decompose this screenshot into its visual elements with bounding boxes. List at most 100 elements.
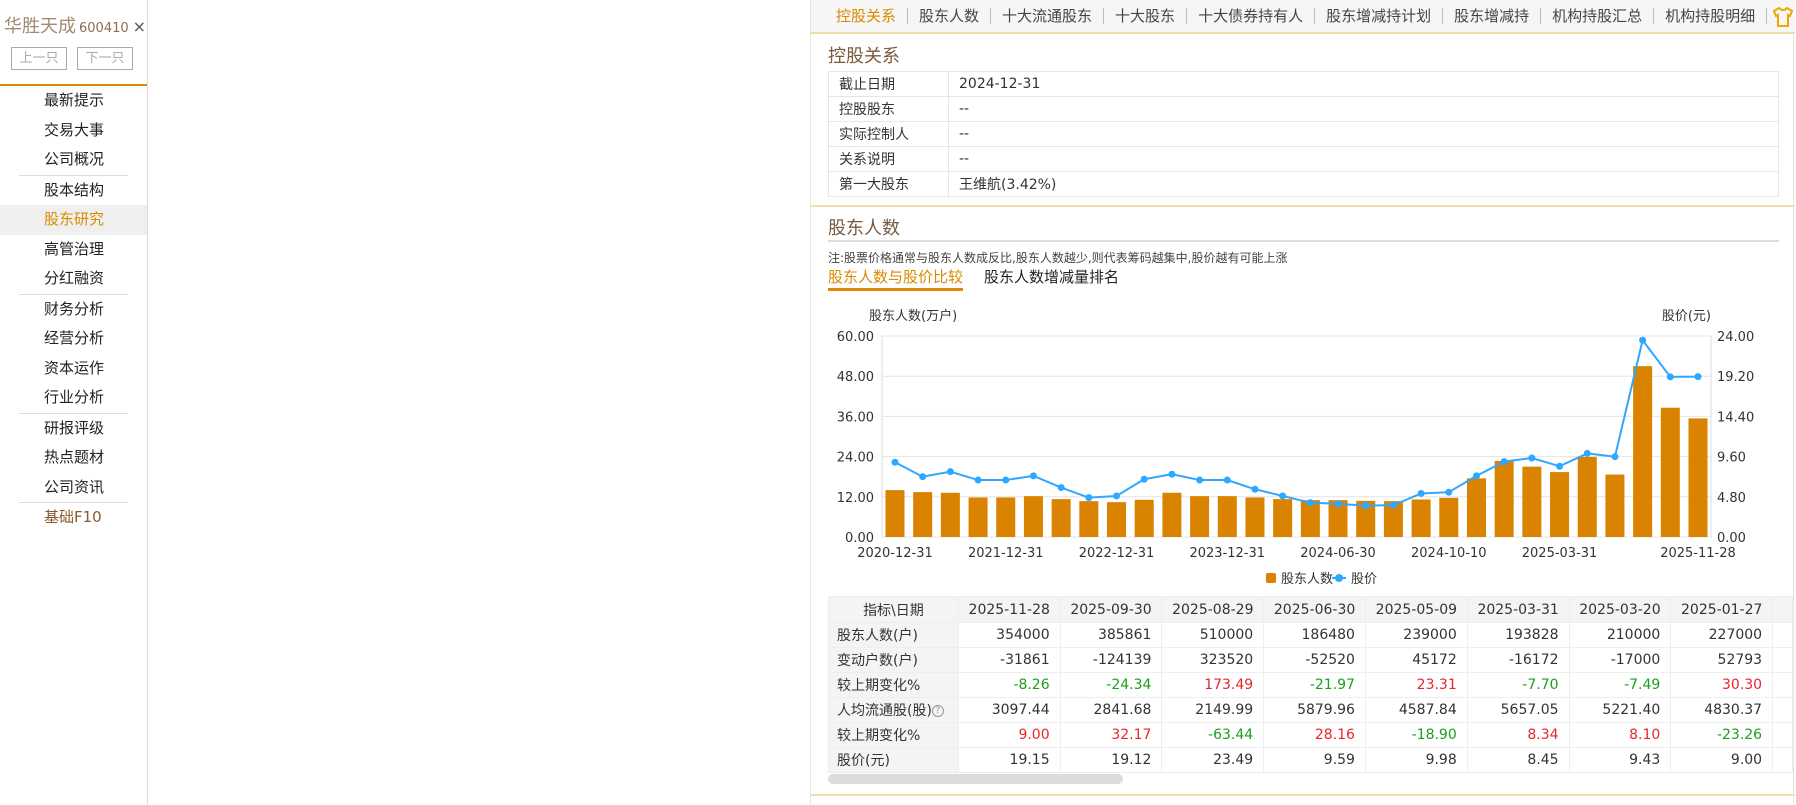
price-point[interactable] xyxy=(1113,492,1121,500)
table-cell: 28.16 xyxy=(1263,722,1366,748)
bar-holders[interactable] xyxy=(1079,501,1099,537)
price-point[interactable] xyxy=(1140,475,1148,483)
legend-price[interactable]: 股价 xyxy=(1351,572,1377,587)
sidebar-item[interactable]: 财务分析 xyxy=(0,295,147,325)
bar-holders[interactable] xyxy=(1439,497,1459,537)
bar-holders[interactable] xyxy=(1522,466,1542,537)
price-point[interactable] xyxy=(1306,499,1314,507)
sidebar-item[interactable]: 资本运作 xyxy=(0,354,147,384)
skin-icon[interactable] xyxy=(1772,6,1794,32)
sidebar-item[interactable]: 交易大事 xyxy=(0,116,147,146)
price-point[interactable] xyxy=(1389,501,1397,509)
bar-holders[interactable] xyxy=(913,492,933,537)
tab-item[interactable]: 控股关系 xyxy=(825,8,909,24)
subtab-compare[interactable]: 股东人数与股价比较 xyxy=(828,266,964,291)
tab-item[interactable]: 十大股东 xyxy=(1104,8,1188,24)
tab-item[interactable]: 机构持股汇总 xyxy=(1541,8,1655,24)
bar-holders[interactable] xyxy=(1217,496,1237,537)
price-point[interactable] xyxy=(1417,489,1425,497)
tab-item[interactable]: 股东人数 xyxy=(908,8,992,24)
price-point[interactable] xyxy=(1279,492,1287,500)
price-point[interactable] xyxy=(1694,373,1702,381)
price-point[interactable] xyxy=(1085,494,1093,502)
table-row: 较上期变化% 9.00 32.17 -63.44 28.16 -18.90 8.34 8.10… xyxy=(828,722,1793,748)
holders-data-table: 指标\日期 2025-11-28 2025-09-30 2025-08-29 2025-… xyxy=(828,596,1793,773)
bar-holders[interactable] xyxy=(1107,502,1127,537)
bar-holders[interactable] xyxy=(1273,499,1293,537)
price-point[interactable] xyxy=(919,473,927,481)
tab-item[interactable]: 十大流通股东 xyxy=(991,8,1105,24)
bar-holders[interactable] xyxy=(968,497,988,537)
bar-holders[interactable] xyxy=(940,492,960,537)
bar-holders[interactable] xyxy=(1494,460,1514,537)
tab-item[interactable]: 机构持股明细 xyxy=(1654,8,1768,24)
bar-holders[interactable] xyxy=(1605,474,1625,537)
bar-holders[interactable] xyxy=(1577,456,1597,537)
bar-holders[interactable] xyxy=(1411,499,1431,537)
sidebar-item[interactable]: 最新提示 xyxy=(0,86,147,116)
sidebar-item[interactable]: 热点题材 xyxy=(0,443,147,473)
tab-item[interactable]: 十大债券持有人 xyxy=(1187,8,1316,24)
price-point[interactable] xyxy=(946,468,954,476)
price-point[interactable] xyxy=(1002,476,1010,484)
sidebar-item[interactable]: 股东研究 xyxy=(0,205,147,235)
bar-holders[interactable] xyxy=(1134,499,1154,537)
bar-holders[interactable] xyxy=(1660,407,1680,537)
bar-holders[interactable] xyxy=(1633,366,1653,537)
sidebar-item[interactable]: 行业分析 xyxy=(0,383,147,413)
price-point[interactable] xyxy=(1528,454,1536,462)
bar-holders[interactable] xyxy=(1190,496,1210,537)
help-icon[interactable]: ? xyxy=(931,705,944,717)
bar-holders[interactable] xyxy=(1051,499,1071,537)
sidebar-item[interactable]: 研报评级 xyxy=(0,414,147,444)
price-point[interactable] xyxy=(974,476,982,484)
sidebar-item[interactable]: 公司概况 xyxy=(0,145,147,175)
price-point[interactable] xyxy=(1666,373,1674,381)
bar-holders[interactable] xyxy=(1688,418,1708,537)
bar-holders[interactable] xyxy=(1466,478,1486,537)
close-icon[interactable]: × xyxy=(133,17,146,36)
price-point[interactable] xyxy=(1029,472,1037,480)
price-point[interactable] xyxy=(891,458,899,466)
price-point[interactable] xyxy=(1472,472,1480,480)
bar-holders[interactable] xyxy=(885,490,905,537)
sidebar-item[interactable]: 分红融资 xyxy=(0,264,147,294)
price-point[interactable] xyxy=(1251,485,1259,493)
price-point[interactable] xyxy=(1583,449,1591,457)
prev-stock-button[interactable]: 上一只 xyxy=(11,47,67,70)
tab-item[interactable]: 股东增减持计划 xyxy=(1315,8,1444,24)
sidebar-item[interactable]: 高管治理 xyxy=(0,235,147,265)
table-cell: 323520 xyxy=(1161,647,1265,673)
column-header: 2025-03-20 xyxy=(1568,596,1672,623)
price-point[interactable] xyxy=(1500,458,1508,466)
bar-holders[interactable] xyxy=(1023,496,1043,537)
sidebar-item[interactable]: 基础F10 xyxy=(0,503,147,533)
bar-holders[interactable] xyxy=(1550,472,1570,537)
price-point[interactable] xyxy=(1445,488,1453,496)
sidebar-item[interactable]: 公司资讯 xyxy=(0,473,147,503)
price-point[interactable] xyxy=(1196,476,1204,484)
bar-holders[interactable] xyxy=(996,497,1016,537)
info-row: 截止日期 2024-12-31 xyxy=(828,71,1779,97)
bar-holders[interactable] xyxy=(1245,497,1265,537)
row-label: 股价(元) xyxy=(828,747,959,773)
tab-item[interactable]: 股东增减持 xyxy=(1443,8,1542,24)
sidebar-item[interactable]: 股本结构 xyxy=(0,176,147,206)
horizontal-scrollbar[interactable] xyxy=(828,774,1123,784)
price-point[interactable] xyxy=(1362,502,1370,510)
price-point[interactable] xyxy=(1639,336,1647,344)
price-point[interactable] xyxy=(1611,453,1619,461)
price-point[interactable] xyxy=(1334,500,1342,508)
bar-holders[interactable] xyxy=(1162,492,1182,537)
next-stock-button[interactable]: 下一只 xyxy=(77,47,133,70)
subtab-ranking[interactable]: 股东人数增减量排名 xyxy=(984,266,1119,287)
price-point[interactable] xyxy=(1556,462,1564,470)
sidebar-item[interactable]: 经营分析 xyxy=(0,324,147,354)
price-point[interactable] xyxy=(1168,470,1176,478)
table-cell: 3097.44 xyxy=(957,697,1061,723)
divider xyxy=(828,240,1779,242)
legend-holders[interactable]: 股东人数 xyxy=(1281,572,1333,587)
price-point[interactable] xyxy=(1223,476,1231,484)
table-cell-partial xyxy=(1772,622,1793,648)
price-point[interactable] xyxy=(1057,484,1065,492)
